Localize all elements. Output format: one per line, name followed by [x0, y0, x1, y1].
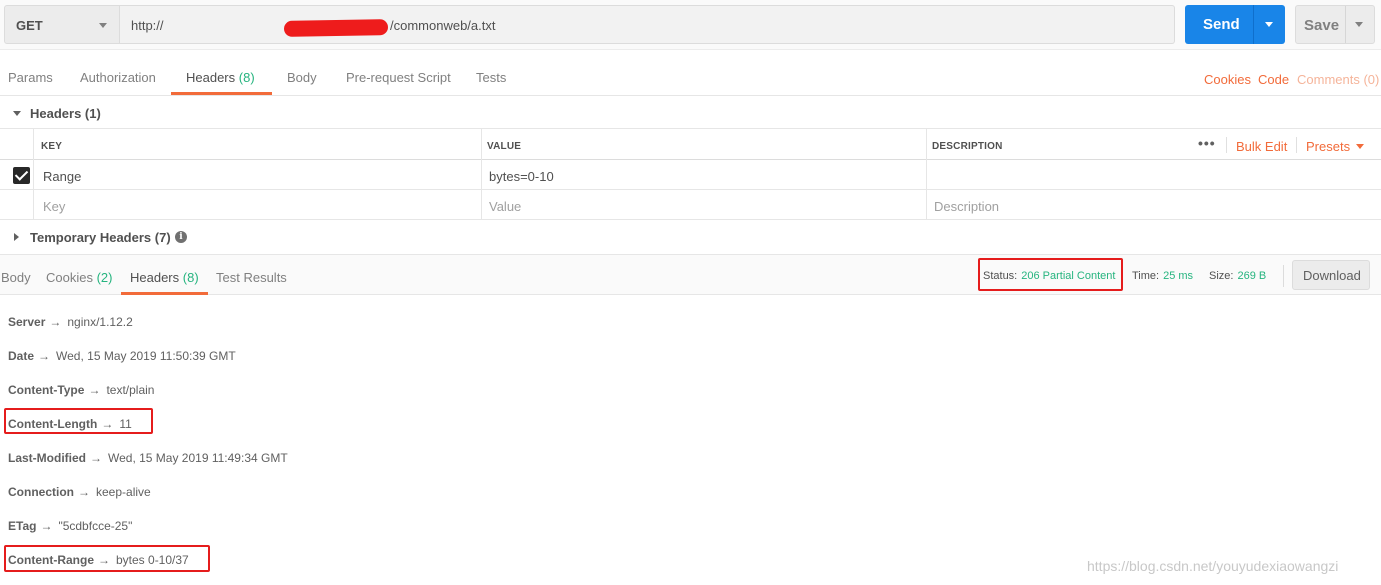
- tab-params[interactable]: Params: [8, 70, 53, 85]
- method-select[interactable]: GET: [4, 5, 120, 44]
- download-button[interactable]: Download: [1292, 260, 1370, 290]
- save-divider: [1345, 6, 1346, 43]
- column-header-key: KEY: [41, 141, 63, 152]
- temporary-headers-title[interactable]: Temporary Headers (7): [30, 230, 171, 245]
- expand-caret-icon[interactable]: [14, 233, 19, 241]
- column-header-description: DESCRIPTION: [932, 141, 1003, 152]
- list-item: Content-Type → text/plain: [8, 383, 155, 397]
- column-divider: [481, 128, 482, 220]
- row-enabled-checkbox[interactable]: [13, 167, 30, 184]
- response-tab-test-results[interactable]: Test Results: [216, 270, 287, 285]
- collapse-caret-icon[interactable]: [13, 111, 21, 116]
- download-label: Download: [1303, 268, 1361, 283]
- header-value-input[interactable]: bytes=0-10: [489, 169, 554, 184]
- table-header-row: KEY VALUE DESCRIPTION ••• Bulk Edit Pres…: [0, 128, 1381, 160]
- tab-body[interactable]: Body: [287, 70, 317, 85]
- divider: [1296, 137, 1297, 153]
- tab-headers[interactable]: Headers (8): [186, 70, 255, 85]
- send-label: Send: [1203, 16, 1240, 33]
- chevron-down-icon[interactable]: [1356, 144, 1364, 149]
- chevron-down-icon: [99, 23, 107, 28]
- response-tab-headers[interactable]: Headers (8): [130, 270, 199, 285]
- list-item: Date → Wed, 15 May 2019 11:50:39 GMT: [8, 349, 236, 363]
- size-readout: Size: 269 B: [1209, 270, 1267, 282]
- headers-table: KEY VALUE DESCRIPTION ••• Bulk Edit Pres…: [0, 128, 1381, 220]
- new-key-input[interactable]: Key: [43, 199, 65, 214]
- request-bar: GET http:// /commonweb/a.txt Send Save: [0, 0, 1381, 50]
- code-link[interactable]: Code: [1258, 72, 1289, 87]
- url-input[interactable]: http:// /commonweb/a.txt: [120, 5, 1175, 44]
- active-tab-indicator: [171, 92, 272, 95]
- bulk-edit-link[interactable]: Bulk Edit: [1236, 139, 1287, 154]
- info-icon[interactable]: i: [175, 231, 187, 243]
- column-divider: [926, 128, 927, 220]
- divider: [1226, 137, 1227, 153]
- table-row: Range bytes=0-10: [0, 160, 1381, 190]
- send-button[interactable]: Send: [1185, 5, 1285, 44]
- header-key-input[interactable]: Range: [43, 169, 81, 184]
- url-path: /commonweb/a.txt: [390, 18, 496, 33]
- new-description-input[interactable]: Description: [934, 199, 999, 214]
- active-tab-indicator: [121, 292, 208, 295]
- new-value-input[interactable]: Value: [489, 199, 521, 214]
- save-options-chevron-icon[interactable]: [1355, 22, 1363, 27]
- list-item: Connection → keep-alive: [8, 485, 151, 499]
- watermark: https://blog.csdn.net/youyudexiaowangzi: [1087, 558, 1339, 574]
- send-divider: [1253, 5, 1254, 44]
- save-button[interactable]: Save: [1295, 5, 1375, 44]
- time-value: 25 ms: [1163, 270, 1194, 282]
- column-divider: [33, 128, 34, 220]
- request-tabs: Params Authorization Headers (8) Body Pr…: [0, 55, 1381, 96]
- presets-dropdown[interactable]: Presets: [1306, 139, 1350, 154]
- highlight-box: [4, 408, 153, 434]
- column-header-value: VALUE: [487, 141, 522, 152]
- tab-pre-request-script[interactable]: Pre-request Script: [346, 70, 451, 85]
- tab-tests[interactable]: Tests: [476, 70, 506, 85]
- response-bar: Body Cookies (2) Headers (8) Test Result…: [0, 254, 1381, 295]
- highlight-box: [978, 258, 1123, 291]
- url-prefix: http://: [131, 18, 164, 33]
- table-row-new: Key Value Description: [0, 190, 1381, 220]
- send-options-chevron-icon[interactable]: [1265, 22, 1273, 27]
- divider: [1283, 265, 1284, 287]
- comments-link[interactable]: Comments (0): [1297, 72, 1379, 87]
- list-item: Server → nginx/1.12.2: [8, 315, 133, 329]
- redaction-mark: [283, 19, 389, 37]
- highlight-box: [4, 545, 210, 572]
- save-label: Save: [1304, 17, 1340, 34]
- list-item: Last-Modified → Wed, 15 May 2019 11:49:34 …: [8, 451, 288, 465]
- more-options-icon[interactable]: •••: [1198, 135, 1216, 151]
- size-value: 269 B: [1237, 270, 1267, 282]
- response-tab-cookies[interactable]: Cookies (2): [46, 270, 112, 285]
- cookies-link[interactable]: Cookies: [1204, 72, 1251, 87]
- response-tab-body[interactable]: Body: [1, 270, 31, 285]
- list-item: ETag → "5cdbfcce-25": [8, 519, 133, 533]
- method-label: GET: [16, 18, 43, 33]
- time-readout: Time: 25 ms: [1132, 270, 1194, 282]
- tab-authorization[interactable]: Authorization: [80, 70, 156, 85]
- headers-section-title[interactable]: Headers (1): [30, 106, 101, 121]
